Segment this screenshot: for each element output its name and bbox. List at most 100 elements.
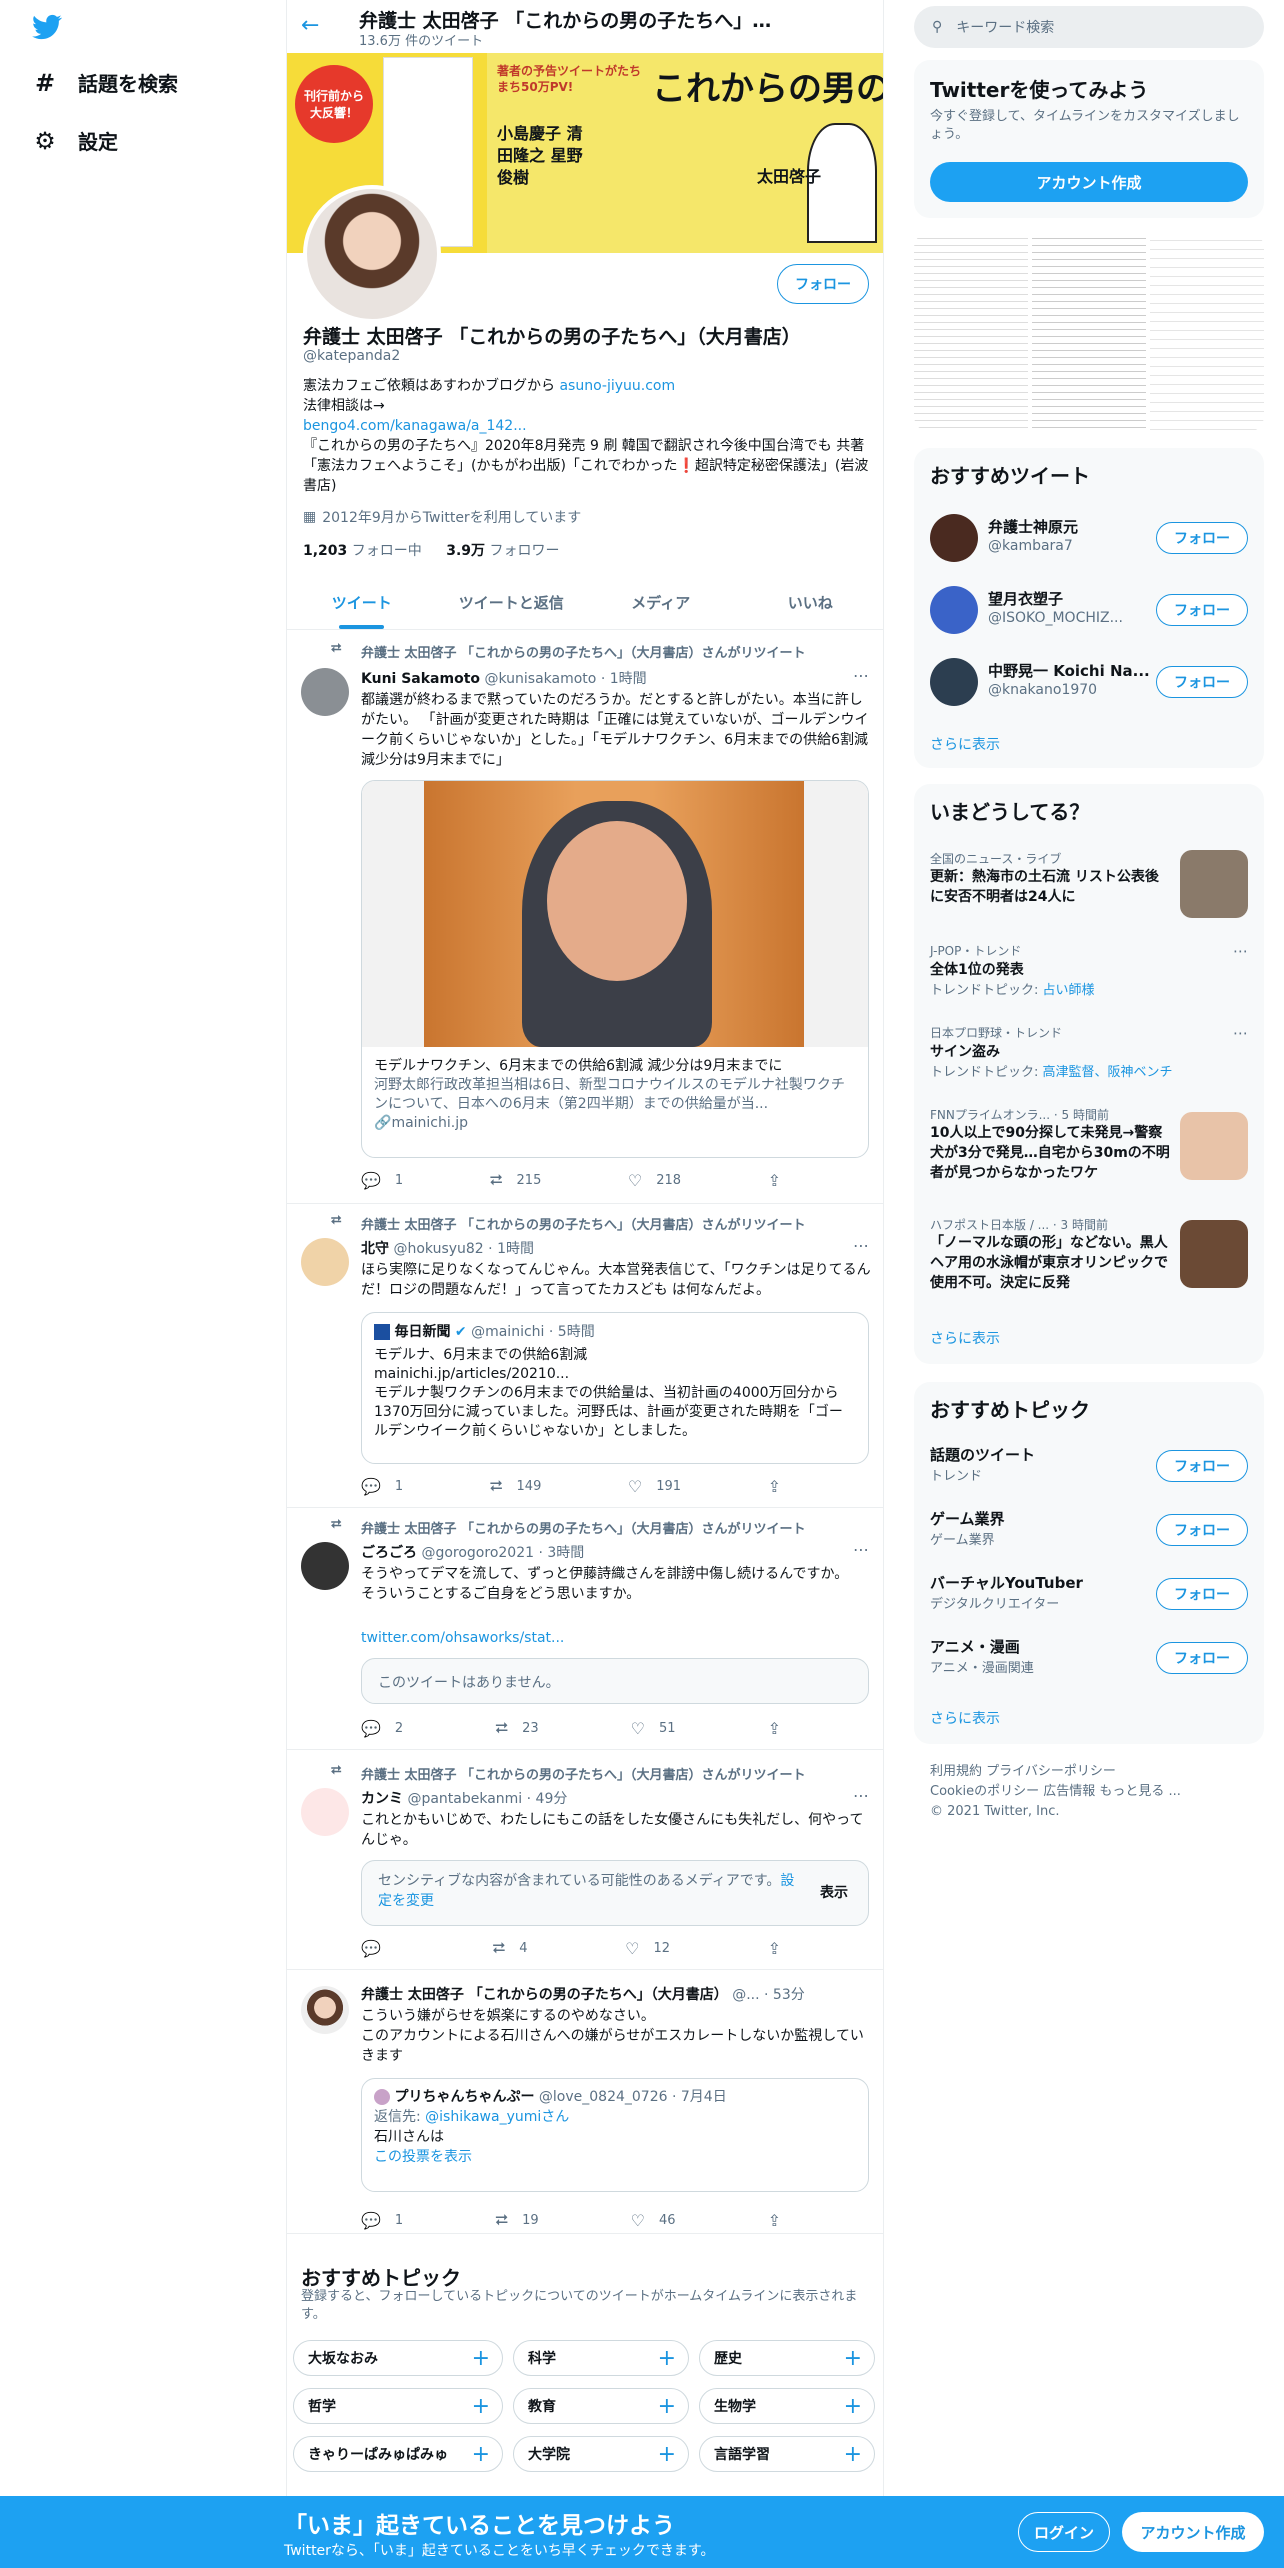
trend-item[interactable]: 全国のニュース・ライブ 更新：熱海市の土石流 リスト公表後に安否不明者は24人に	[930, 850, 1248, 930]
topic-chip[interactable]: 歴史 +	[699, 2340, 875, 2376]
retweet-button[interactable]: ⮂ 23	[495, 1718, 538, 1738]
tweet-author[interactable]: 弁護士 太田啓子 「これからの男の子たちへ」（大月書店） @... · 53分	[361, 1984, 831, 2004]
following-link[interactable]: 1,203 フォロー中	[303, 543, 422, 559]
topic-chip[interactable]: 教育 +	[513, 2388, 689, 2424]
footer-line1[interactable]: 利用規約 プライバシーポリシー	[930, 1762, 1181, 1782]
more-icon[interactable]: ⋯	[853, 1236, 869, 1255]
topic-item[interactable]: 話題のツイート トレンド フォロー	[930, 1444, 1248, 1492]
tab-tweets-replies[interactable]: ツイートと返信	[437, 575, 587, 629]
nav-explore[interactable]: # 話題を検索	[32, 68, 178, 97]
retweet-button[interactable]: ⮂ 149	[490, 1476, 542, 1496]
topic-chip[interactable]: きゃりーぱみゅぱみゅ +	[293, 2436, 503, 2472]
reply-button[interactable]: 💬 1	[361, 1170, 403, 1190]
tweet-2[interactable]: ⮂ 弁護士 太田啓子 「これからの男の子たちへ」（大月書店）さんがリツイート 北守…	[287, 1204, 883, 1508]
tab-tweets[interactable]: ツイート	[287, 575, 437, 629]
avatar[interactable]	[301, 1788, 349, 1836]
topic-item[interactable]: ゲーム業界 ゲーム業界 フォロー	[930, 1508, 1248, 1556]
followers-link[interactable]: 3.9万 フォロワー	[446, 543, 559, 559]
signup-button[interactable]: アカウント作成	[930, 162, 1248, 202]
tab-likes[interactable]: いいね	[736, 575, 884, 629]
follow-button[interactable]: フォロー	[1156, 522, 1248, 554]
avatar[interactable]	[301, 1542, 349, 1590]
follow-button[interactable]: フォロー	[1156, 594, 1248, 626]
back-arrow-icon[interactable]: ←	[301, 13, 319, 38]
topic-chip[interactable]: 生物学 +	[699, 2388, 875, 2424]
like-button[interactable]: ♡ 191	[628, 1476, 681, 1496]
profile-follow-button[interactable]: フォロー	[777, 264, 869, 304]
follow-button[interactable]: フォロー	[1156, 1578, 1248, 1610]
tweet-4[interactable]: ⮂ 弁護士 太田啓子 「これからの男の子たちへ」（大月書店）さんがリツイート カン…	[287, 1750, 883, 1970]
login-button[interactable]: ログイン	[1018, 2512, 1110, 2552]
profile-avatar[interactable]	[303, 185, 441, 323]
media-thumbnail[interactable]	[1150, 232, 1264, 432]
twitter-logo-icon[interactable]	[30, 12, 64, 42]
follow-button[interactable]: フォロー	[1156, 1642, 1248, 1674]
topic-chip[interactable]: 大坂なおみ +	[293, 2340, 503, 2376]
topic-chip[interactable]: 哲学 +	[293, 2388, 503, 2424]
nav-settings[interactable]: ⚙ 設定	[32, 126, 118, 155]
tweet-author[interactable]: ごろごろ @gorogoro2021 · 3時間	[361, 1542, 584, 1562]
rec-account[interactable]: 弁護士神原元 @kambara7 フォロー	[930, 510, 1248, 566]
share-button[interactable]: ⇪	[768, 1170, 781, 1190]
trend-item[interactable]: ハフポスト日本版 / ... · 3 時間前 「ノーマルな頭の形」などない。黒人…	[930, 1216, 1248, 1312]
show-more-link[interactable]: さらに表示	[930, 1328, 1000, 1348]
follow-button[interactable]: フォロー	[1156, 1450, 1248, 1482]
signup-button[interactable]: アカウント作成	[1122, 2512, 1264, 2552]
more-icon[interactable]: ⋯	[1233, 942, 1248, 960]
footer-line2[interactable]: Cookieのポリシー 広告情報 もっと見る ...	[930, 1782, 1181, 1802]
rec-account[interactable]: 望月衣塑子 @ISOKO_MOCHIZ... フォロー	[930, 582, 1248, 638]
link-card[interactable]: モデルナワクチン、6月末までの供給6割減 減少分は9月末までに 河野太郎行政改革…	[361, 780, 869, 1158]
like-button[interactable]: ♡ 51	[631, 1718, 676, 1738]
avatar[interactable]	[301, 668, 349, 716]
tweet-author[interactable]: カンミ @pantabekanmi · 49分	[361, 1788, 567, 1808]
more-icon[interactable]: ⋯	[853, 1786, 869, 1805]
media-thumbnail[interactable]	[1032, 232, 1146, 432]
reply-button[interactable]: 💬 2	[361, 1718, 403, 1738]
bio-link2[interactable]: bengo4.com/kanagawa/a_142...	[303, 418, 527, 434]
topic-chip[interactable]: 科学 +	[513, 2340, 689, 2376]
like-button[interactable]: ♡ 12	[625, 1938, 670, 1958]
show-more-link[interactable]: さらに表示	[930, 734, 1000, 754]
like-button[interactable]: ♡ 218	[628, 1170, 681, 1190]
more-icon[interactable]: ⋯	[853, 1540, 869, 1559]
media-thumbnails[interactable]	[914, 232, 1264, 432]
tweet-author[interactable]: Kuni Sakamoto @kunisakamoto · 1時間	[361, 668, 647, 688]
show-poll-link[interactable]: この投票を表示	[374, 2149, 472, 2165]
tweet-5[interactable]: 弁護士 太田啓子 「これからの男の子たちへ」（大月書店） @... · 53分 …	[287, 1970, 883, 2234]
topic-item[interactable]: バーチャルYouTuber デジタルクリエイター フォロー	[930, 1572, 1248, 1620]
quote-tweet[interactable]: プリちゃんちゃんぷー @love_0824_0726 · 7月4日 返信先: @…	[361, 2078, 869, 2192]
trend-item[interactable]: J-POP・トレンド 全体1位の発表 トレンドトピック: 占い師様 ⋯	[930, 942, 1248, 1012]
topic-chip[interactable]: 大学院 +	[513, 2436, 689, 2472]
tweet-3[interactable]: ⮂ 弁護士 太田啓子 「これからの男の子たちへ」（大月書店）さんがリツイート ごろ…	[287, 1508, 883, 1750]
media-thumbnail[interactable]	[914, 232, 1028, 432]
quote-tweet[interactable]: 毎日新聞 ✔ @mainichi · 5時間 モデルナ、6月末までの供給6割減 …	[361, 1312, 869, 1464]
reply-button[interactable]: 💬 1	[361, 2210, 403, 2230]
share-button[interactable]: ⇪	[768, 2210, 781, 2230]
reply-button[interactable]: 💬	[361, 1938, 395, 1958]
topic-item[interactable]: アニメ・漫画 アニメ・漫画関連 フォロー	[930, 1636, 1248, 1684]
show-media-button[interactable]: 表示	[820, 1883, 848, 1903]
search-box[interactable]: ⚲ キーワード検索	[914, 6, 1264, 48]
rec-account[interactable]: 中野晃一 Koichi Na... @knakano1970 フォロー	[930, 654, 1248, 710]
bio-link1[interactable]: asuno-jiyuu.com	[559, 378, 675, 394]
trend-item[interactable]: FNNプライムオンラ... · 5 時間前 10人以上で90分探して未発見→警察…	[930, 1106, 1248, 1202]
share-button[interactable]: ⇪	[768, 1938, 781, 1958]
reply-button[interactable]: 💬 1	[361, 1476, 403, 1496]
tab-media[interactable]: メディア	[586, 575, 736, 629]
topic-chip[interactable]: 言語学習 +	[699, 2436, 875, 2472]
avatar[interactable]	[301, 1238, 349, 1286]
tweet-author[interactable]: 北守 @hokusyu82 · 1時間	[361, 1238, 534, 1258]
trend-item[interactable]: 日本プロ野球・トレンド サイン盗み トレンドトピック: 高津監督、阪神ベンチ ⋯	[930, 1024, 1248, 1094]
share-button[interactable]: ⇪	[768, 1718, 781, 1738]
retweet-button[interactable]: ⮂ 19	[495, 2210, 538, 2230]
retweet-button[interactable]: ⮂ 215	[490, 1170, 542, 1190]
follow-button[interactable]: フォロー	[1156, 1514, 1248, 1546]
like-button[interactable]: ♡ 46	[631, 2210, 676, 2230]
avatar[interactable]	[301, 1986, 349, 2034]
share-button[interactable]: ⇪	[768, 1476, 781, 1496]
more-icon[interactable]: ⋯	[853, 666, 869, 685]
tweet-1[interactable]: ⮂ 弁護士 太田啓子 「これからの男の子たちへ」（大月書店）さんがリツイート Ku…	[287, 630, 883, 1204]
tweet-link[interactable]: twitter.com/ohsaworks/stat...	[361, 1628, 871, 1648]
follow-button[interactable]: フォロー	[1156, 666, 1248, 698]
retweet-button[interactable]: ⮂ 4	[492, 1938, 527, 1958]
